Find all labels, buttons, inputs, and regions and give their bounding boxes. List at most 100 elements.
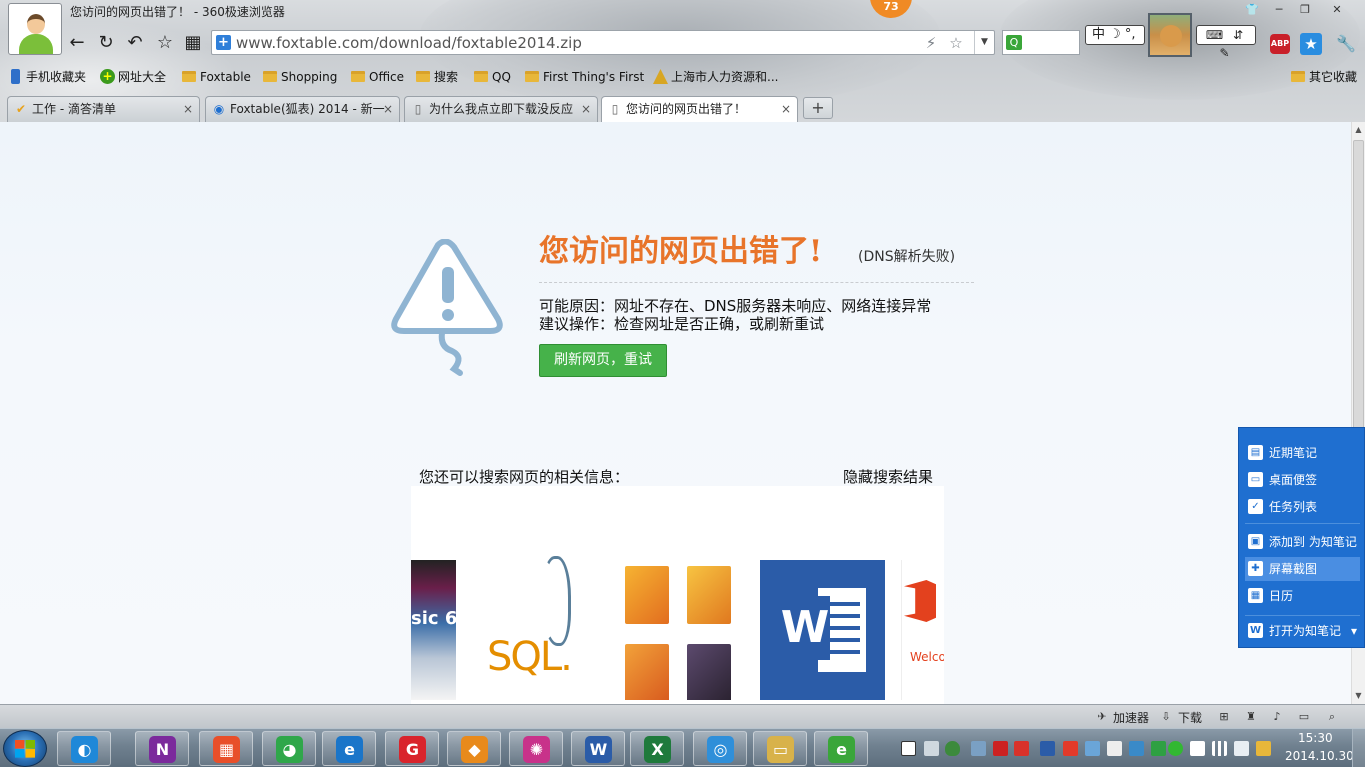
tab[interactable]: ◉ Foxtable(狐表) 2014 - 新一 × [205, 96, 400, 122]
refresh-retry-button[interactable]: 刷新网页，重试 [539, 344, 667, 377]
speaker-muted-icon[interactable] [1014, 741, 1029, 756]
new-tab-button[interactable]: + [803, 97, 833, 119]
extension-star-icon[interactable]: ★ [1300, 33, 1322, 55]
tab-close-icon[interactable]: × [383, 97, 393, 121]
taskbar-app-foxtable[interactable]: ◆ [447, 731, 501, 766]
calendar-item[interactable]: ▦ 日历 [1245, 584, 1360, 608]
clock-time[interactable]: 15:30 [1298, 731, 1333, 745]
download-icon[interactable]: ⇩ [1158, 709, 1174, 724]
network-signal-icon[interactable] [1212, 741, 1227, 756]
bookmark-folder[interactable]: Office [351, 68, 404, 86]
close-button[interactable]: ✕ [1326, 2, 1348, 18]
site-security-icon[interactable]: + [216, 35, 231, 50]
other-bookmarks[interactable]: 其它收藏 [1291, 68, 1357, 86]
start-button[interactable] [3, 730, 47, 767]
tab[interactable]: ✔ 工作 - 滴答清单 × [7, 96, 200, 122]
tab-active[interactable]: ▯ 您访问的网页出错了！ × [601, 96, 798, 122]
taskbar-app-word[interactable]: W [571, 731, 625, 766]
url-input[interactable] [236, 32, 916, 53]
taskbar-app-explorer[interactable]: ▭ [753, 731, 807, 766]
bookmark-folder[interactable]: Shopping [263, 68, 337, 86]
taskbar-app-internet-explorer[interactable]: e [322, 731, 376, 766]
taskbar-app-onenote[interactable]: N [135, 731, 189, 766]
tab[interactable]: ▯ 为什么我点立即下载没反应 × [404, 96, 598, 122]
accelerator-button[interactable]: 加速器 [1113, 709, 1149, 726]
mysql-thumbnail[interactable]: MySQL. [483, 546, 593, 696]
taskbar-app-360-browser[interactable]: ◐ [57, 731, 111, 766]
word-tray-icon[interactable] [1040, 741, 1055, 756]
screen-icon[interactable]: ▭ [1296, 709, 1312, 724]
tray-app-icon[interactable] [1085, 741, 1100, 756]
tray-app-icon[interactable] [971, 741, 986, 756]
search-engine-icon[interactable]: Q [1006, 35, 1022, 50]
minimize-button[interactable]: ─ [1268, 2, 1290, 18]
bookmark-folder[interactable]: First Thing's First [525, 68, 644, 86]
volume-icon[interactable]: ♪ [1269, 709, 1285, 724]
hide-results-link[interactable]: 隐藏搜索结果 [843, 466, 933, 487]
address-dropdown-icon[interactable]: ▼ [974, 31, 994, 54]
adblock-plus-icon[interactable]: ABP [1270, 34, 1290, 54]
bookmark-folder[interactable]: Foxtable [182, 68, 251, 86]
address-bar[interactable]: + ⚡ ☆ ▼ [211, 30, 995, 55]
ime-status-bar[interactable]: 中 ☽ °, [1085, 25, 1145, 45]
desktop-sticky-item[interactable]: ▭ 桌面便签 [1245, 468, 1360, 492]
word-thumbnail[interactable]: W [760, 560, 885, 700]
tray-app-icon[interactable] [901, 741, 916, 756]
tab-close-icon[interactable]: × [581, 97, 591, 121]
bookmark-item[interactable]: + 网址大全 [100, 68, 166, 86]
user-avatar[interactable] [8, 3, 62, 55]
tray-app-icon[interactable] [1063, 741, 1078, 756]
bookmark-item[interactable]: 上海市人力资源和... [653, 68, 778, 86]
favorite-button[interactable]: ☆ [153, 31, 177, 55]
bookmark-folder[interactable]: QQ [474, 68, 511, 86]
open-wiznote-item[interactable]: W 打开为知笔记 [1245, 619, 1360, 643]
volume-tray-icon[interactable] [1234, 741, 1249, 756]
rocket-icon[interactable]: ✈ [1094, 709, 1110, 724]
zoom-icon[interactable]: ⌕ [1324, 709, 1340, 724]
taskbar-app-sphere-app[interactable]: ◎ [693, 731, 747, 766]
bookmark-item[interactable]: 手机收藏夹 [8, 68, 86, 86]
shield-icon[interactable] [945, 741, 960, 756]
tab-close-icon[interactable]: × [183, 97, 193, 121]
taskbar-app-360-se[interactable]: e [814, 731, 868, 766]
taskbar-app-picasa[interactable]: ✺ [509, 731, 563, 766]
tray-app-icon[interactable] [1129, 741, 1144, 756]
usb-icon[interactable] [1190, 741, 1205, 756]
tray-app-icon[interactable] [1151, 741, 1166, 756]
tab-close-icon[interactable]: × [781, 97, 791, 121]
add-window-icon[interactable]: ⊞ [1216, 709, 1232, 724]
taskbar-app-qq-parrot[interactable]: ◕ [262, 731, 316, 766]
apps-button[interactable]: ▦ [181, 31, 205, 55]
office-boxes-thumbnail[interactable] [623, 564, 738, 700]
task-list-item[interactable]: ✓ 任务列表 [1245, 495, 1360, 519]
scroll-up-icon[interactable]: ▲ [1352, 122, 1365, 138]
lightning-icon[interactable]: ⚡ [921, 33, 941, 53]
ime-tray-icon[interactable] [1256, 741, 1271, 756]
bookmark-star-icon[interactable]: ☆ [946, 33, 966, 53]
recent-notes-item[interactable]: ▤ 近期笔记 [1245, 441, 1360, 465]
skin-icon[interactable]: 👕 [1241, 2, 1263, 18]
tray-app-icon[interactable] [993, 741, 1008, 756]
undo-close-button[interactable]: ↶ [123, 31, 147, 55]
settings-wrench-icon[interactable]: 🔧 [1333, 32, 1359, 56]
reload-button[interactable]: ↻ [94, 31, 118, 55]
taskbar-app-red-app[interactable]: G [385, 731, 439, 766]
back-button[interactable]: ← [65, 31, 89, 55]
search-box[interactable]: Q [1002, 30, 1080, 55]
show-desktop-button[interactable] [1352, 729, 1365, 767]
trash-icon[interactable]: ♜ [1243, 709, 1259, 724]
add-to-wiznote-item[interactable]: ▣ 添加到 为知笔记 [1245, 530, 1360, 554]
clock-date[interactable]: 2014.10.30 [1285, 749, 1354, 763]
vb-thumbnail[interactable]: sic 6.0 [411, 560, 456, 700]
taskbar-app-app-grid[interactable]: ▦ [199, 731, 253, 766]
ime-tools-bar[interactable]: ⌨ ⇵ ✎ [1196, 25, 1256, 60]
screenshot-item[interactable]: ✚ 屏幕截图 [1245, 557, 1360, 581]
plus-tray-icon[interactable] [1168, 741, 1183, 756]
office-welcome-thumbnail[interactable]: Welco [901, 560, 944, 700]
open-dropdown-icon[interactable]: ▾ [1351, 624, 1357, 638]
tray-app-icon[interactable] [1107, 741, 1122, 756]
restore-button[interactable]: ❐ [1294, 2, 1316, 18]
download-button[interactable]: 下载 [1178, 709, 1202, 726]
tray-app-icon[interactable] [924, 741, 939, 756]
bookmark-folder[interactable]: 搜索 [416, 68, 458, 86]
